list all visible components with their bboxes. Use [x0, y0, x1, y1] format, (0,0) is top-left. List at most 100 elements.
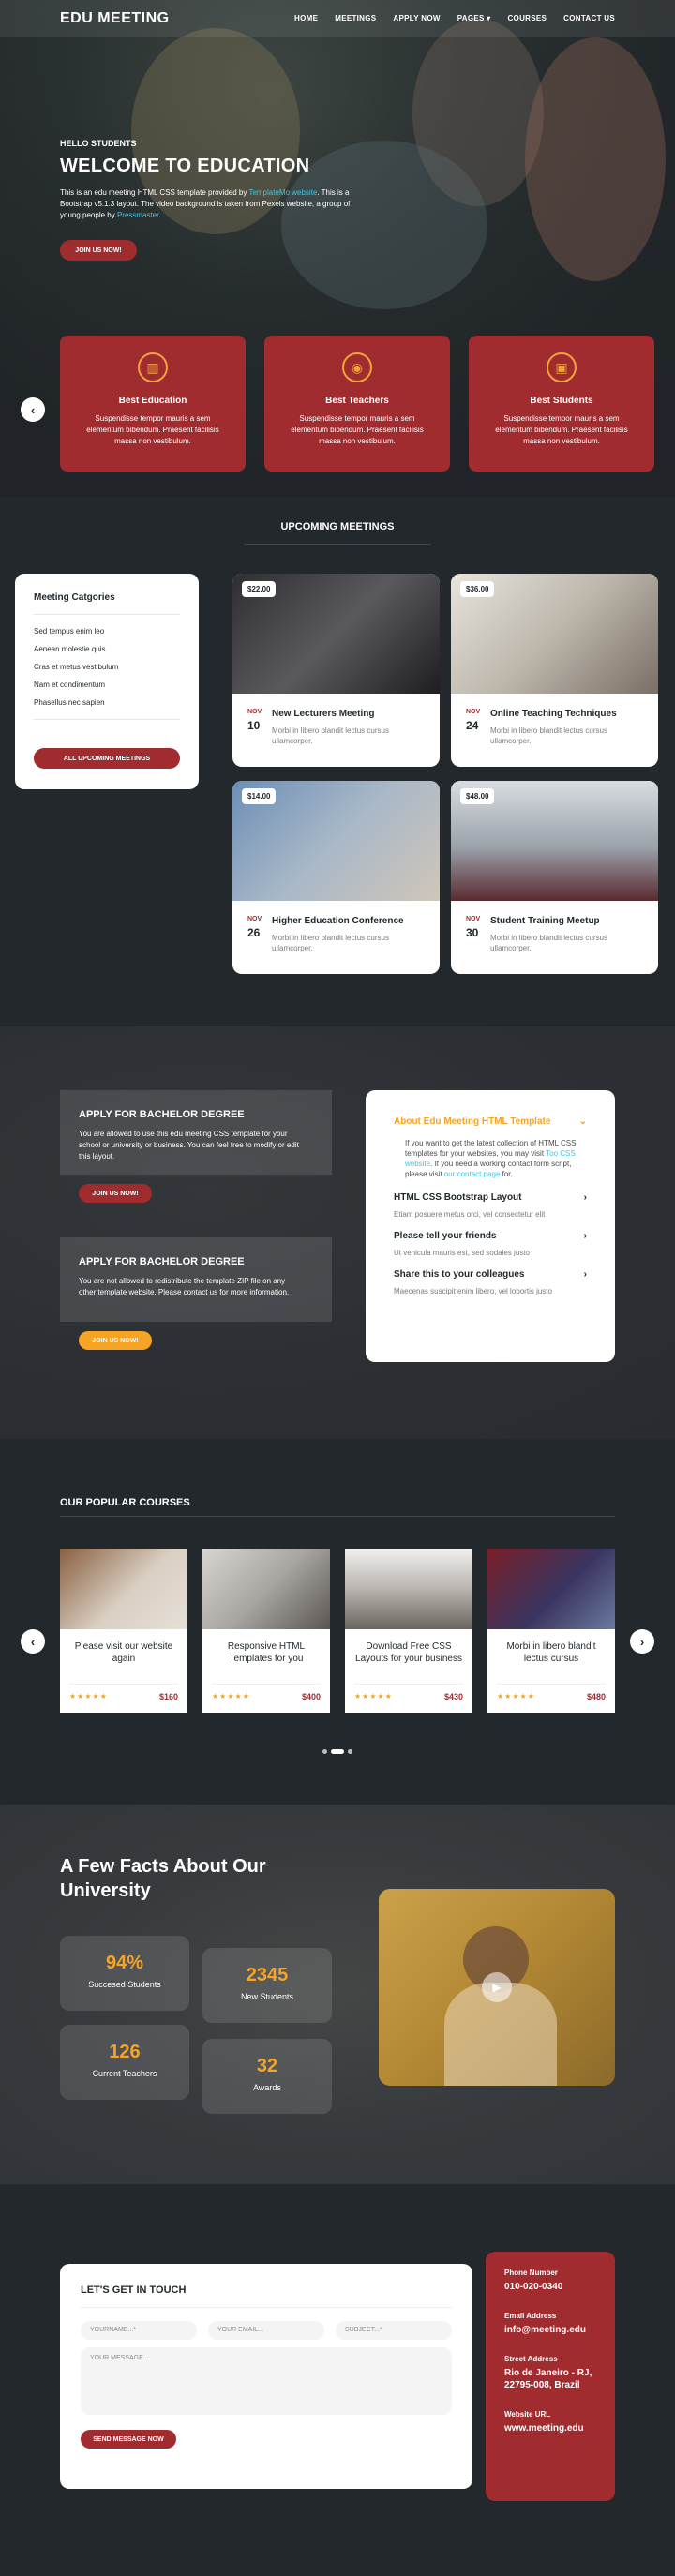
join-us-button[interactable]: JOIN US NOW!	[60, 240, 137, 261]
chevron-right-icon: ›	[583, 1231, 587, 1241]
all-meetings-button[interactable]: ALL UPCOMING MEETINGS	[34, 748, 180, 769]
students-icon: ▣	[547, 352, 577, 382]
video-thumbnail[interactable]: ▶	[379, 1889, 615, 2086]
course-price: $160	[158, 1692, 178, 1701]
meeting-day: 30	[466, 926, 479, 939]
nav-contact-us[interactable]: CONTACT US	[563, 14, 615, 22]
address-label: Street Address	[504, 2355, 558, 2363]
accordion-header[interactable]: HTML CSS Bootstrap Layout ›	[394, 1192, 587, 1203]
meeting-card[interactable]: $22.00 NOV 10 New Lecturers Meeting Morb…	[232, 574, 440, 767]
fact-label: Succesed Students	[88, 1980, 161, 1989]
meeting-day: 10	[248, 719, 261, 732]
meeting-categories: Meeting Catgories Sed tempus enim leo Ae…	[15, 574, 199, 789]
course-card[interactable]: Responsive HTML Templates for you ★★★★★ $…	[202, 1549, 330, 1713]
message-field[interactable]: YOUR MESSAGE...	[81, 2347, 452, 2415]
nav-pages[interactable]: PAGES ▾	[458, 14, 491, 22]
meeting-title[interactable]: New Lecturers Meeting	[272, 709, 374, 719]
contact-title: LET'S GET IN TOUCH	[81, 2284, 187, 2296]
email-value[interactable]: info@meeting.edu	[504, 2324, 596, 2336]
category-item[interactable]: Aenean molestie quis	[34, 640, 180, 658]
meeting-card[interactable]: $14.00 NOV 26 Higher Education Conferenc…	[232, 781, 440, 974]
meeting-card[interactable]: $48.00 NOV 30 Student Training Meetup Mo…	[451, 781, 658, 974]
course-card[interactable]: Morbi in libero blandit lectus cursus ★★…	[488, 1549, 615, 1713]
category-item[interactable]: Cras et metus vestibulum	[34, 658, 180, 676]
category-item[interactable]: Sed tempus enim leo	[34, 622, 180, 640]
course-card[interactable]: Download Free CSS Layouts for your busin…	[345, 1549, 472, 1713]
hero-desc-text: .	[158, 211, 161, 219]
contact-info-panel: Phone Number 010-020-0340 Email Address …	[486, 2252, 615, 2501]
course-image	[202, 1549, 330, 1629]
meeting-title[interactable]: Higher Education Conference	[272, 916, 404, 926]
nav-home[interactable]: HOME	[294, 14, 318, 22]
templatemo-link[interactable]: TemplateMo website	[248, 188, 317, 197]
meeting-month: NOV	[466, 709, 481, 715]
contact-page-link[interactable]: our contact page	[444, 1170, 501, 1178]
service-card: ◉ Best Teachers Suspendisse tempor mauri…	[264, 336, 450, 472]
accordion-collapsed-text: Etiam posuere metus orci, vel consectetu…	[394, 1210, 546, 1218]
course-image	[60, 1549, 188, 1629]
send-message-button[interactable]: SEND MESSAGE NOW	[81, 2430, 176, 2449]
meeting-desc: Morbi in libero blandit lectus cursus ul…	[490, 934, 608, 952]
subject-field[interactable]: SUBJECT...*	[336, 2321, 452, 2340]
header: EDU MEETING HOME MEETINGS APPLY NOW PAGE…	[0, 0, 675, 37]
phone-value[interactable]: 010-020-0340	[504, 2281, 596, 2293]
apply-title: APPLY FOR BACHELOR DEGREE	[79, 1256, 245, 1267]
meeting-title[interactable]: Student Training Meetup	[490, 916, 600, 926]
prev-arrow-icon[interactable]: ‹	[21, 397, 45, 422]
fact-label: Current Teachers	[92, 2069, 158, 2078]
meeting-month: NOV	[466, 916, 481, 922]
services-carousel: ▥ Best Education Suspendisse tempor maur…	[60, 336, 654, 472]
category-item[interactable]: Phasellus nec sapien	[34, 694, 180, 711]
meeting-desc: Morbi in libero blandit lectus cursus ul…	[272, 726, 389, 745]
course-card[interactable]: Please visit our website again ★★★★★ $160	[60, 1549, 188, 1713]
contact-input-row: YOURNAME...* YOUR EMAIL... SUBJECT...*	[81, 2321, 452, 2340]
rating-stars: ★★★★★	[69, 1692, 108, 1700]
prev-arrow-icon[interactable]: ‹	[21, 1629, 45, 1654]
carousel-dot[interactable]	[322, 1749, 327, 1754]
meeting-desc: Morbi in libero blandit lectus cursus ul…	[272, 934, 389, 952]
logo[interactable]: EDU MEETING	[60, 10, 170, 27]
fact-counter: 94% Succesed Students	[60, 1936, 189, 2011]
name-field[interactable]: YOURNAME...*	[81, 2321, 197, 2340]
course-title: Responsive HTML Templates for you	[227, 1641, 306, 1664]
categories-list: Sed tempus enim leo Aenean molestie quis…	[34, 622, 180, 711]
courses-title: OUR POPULAR COURSES	[60, 1497, 190, 1508]
meeting-title[interactable]: Online Teaching Techniques	[490, 709, 617, 719]
nav-meetings[interactable]: MEETINGS	[335, 14, 376, 22]
category-item[interactable]: Nam et condimentum	[34, 676, 180, 694]
course-price: $480	[586, 1692, 606, 1701]
play-icon[interactable]: ▶	[482, 1972, 512, 2002]
divider	[81, 2307, 452, 2308]
apply-join-button[interactable]: JOIN US NOW!	[79, 1184, 152, 1203]
meetings-title: UPCOMING MEETINGS	[280, 521, 395, 532]
website-value[interactable]: www.meeting.edu	[504, 2422, 596, 2434]
apply-box: APPLY FOR BACHELOR DEGREE You are not al…	[60, 1237, 332, 1350]
accordion-header[interactable]: Share this to your colleagues ›	[394, 1269, 587, 1280]
fact-label: New Students	[240, 1992, 294, 2001]
apply-desc: You are not allowed to redistribute the …	[79, 1277, 290, 1296]
chevron-down-icon: ⌄	[578, 1116, 587, 1127]
faq-accordion: About Edu Meeting HTML Template ⌄ If you…	[366, 1090, 615, 1362]
apply-join-button[interactable]: JOIN US NOW!	[79, 1331, 152, 1350]
carousel-dot[interactable]	[348, 1749, 352, 1754]
meeting-image: $22.00	[232, 574, 440, 694]
carousel-dot-active[interactable]	[331, 1749, 344, 1754]
nav-apply-now[interactable]: APPLY NOW	[393, 14, 440, 22]
accordion-header[interactable]: Please tell your friends ›	[394, 1231, 587, 1241]
pressmaster-link[interactable]: Pressmaster	[117, 211, 158, 219]
hero-subtitle: HELLO STUDENTS	[60, 139, 137, 148]
carousel-dots	[322, 1749, 352, 1754]
next-arrow-icon[interactable]: ›	[630, 1629, 654, 1654]
fact-counter: 126 Current Teachers	[60, 2025, 189, 2100]
apply-desc: You are allowed to use this edu meeting …	[79, 1130, 299, 1161]
meeting-card[interactable]: $36.00 NOV 24 Online Teaching Techniques…	[451, 574, 658, 767]
service-title: Best Education	[118, 396, 188, 406]
meeting-day: 26	[248, 926, 261, 939]
accordion-title: About Edu Meeting HTML Template	[394, 1116, 551, 1127]
price-badge: $14.00	[242, 788, 277, 804]
accordion-header-open[interactable]: About Edu Meeting HTML Template ⌄	[394, 1116, 587, 1127]
nav-courses[interactable]: COURSES	[507, 14, 547, 22]
course-price: $400	[301, 1692, 321, 1701]
course-image	[488, 1549, 615, 1629]
email-field[interactable]: YOUR EMAIL...	[208, 2321, 324, 2340]
